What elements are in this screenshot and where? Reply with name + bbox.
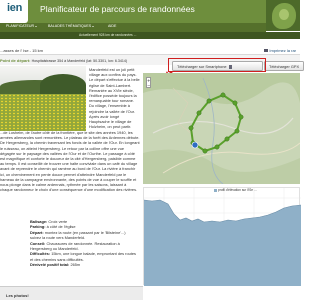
zoom-control[interactable]: + − bbox=[146, 77, 151, 88]
title-row: ...asses de l' Ise - 15 km Imprimez la r… bbox=[0, 46, 300, 54]
nav-balades-thematiques[interactable]: BALADES THÉMATIQUES bbox=[48, 24, 95, 28]
chevron-down-icon bbox=[92, 25, 95, 27]
page-title: ...asses de l' Ise - 15 km bbox=[0, 48, 44, 53]
photos-section-header: Les photos! bbox=[0, 286, 143, 300]
map-canvas bbox=[143, 73, 300, 184]
elevation-profile[interactable] bbox=[143, 187, 302, 286]
description-intro: Manderfeld est un joli petit village aux… bbox=[89, 67, 140, 130]
print-icon bbox=[263, 49, 268, 53]
download-gpx-button[interactable]: Télécharger GPX bbox=[264, 61, 304, 71]
logo-text: ien bbox=[7, 2, 22, 14]
chevron-down-icon bbox=[35, 25, 38, 27]
main-nav: PLANIFICATEUR BALADES THÉMATIQUES AIDE bbox=[0, 23, 266, 32]
description-body: ...de Losheim, de l'autre côté de la fro… bbox=[0, 130, 140, 193]
info-denivele: Dénivelé positif total: 265m bbox=[30, 262, 81, 268]
print-map-link[interactable]: Imprimez la rar bbox=[263, 48, 296, 53]
site-logo[interactable]: ien bbox=[0, 0, 28, 23]
start-point: Point de départ: Hospitalstrasse 354 à M… bbox=[0, 58, 128, 63]
notice-bar: Actuellement 928 km de randonnées ... bbox=[0, 32, 300, 39]
landscape-photo[interactable] bbox=[0, 66, 86, 131]
route-map[interactable]: + − bbox=[143, 73, 300, 184]
elevation-legend: profil d'élévation sur l'iSe ... bbox=[214, 188, 257, 192]
nav-aide[interactable]: AIDE bbox=[108, 24, 116, 28]
nav-planificateur[interactable]: PLANIFICATEUR bbox=[6, 24, 38, 28]
start-point-value: Hospitalstrasse 354 à Manderfeld (lat: 5… bbox=[31, 59, 128, 63]
legend-swatch bbox=[214, 188, 217, 192]
app-title: Planificateur de parcours de randonnées bbox=[40, 4, 195, 14]
region-map-graphic bbox=[266, 0, 300, 31]
elevation-canvas bbox=[143, 188, 302, 286]
photos-title: Les photos! bbox=[6, 293, 29, 298]
route-info-list: Balisage: Croix verte Parking: à côté de… bbox=[30, 219, 141, 268]
highlight-annotation bbox=[168, 58, 266, 72]
distance-notice: Actuellement 928 km de randonnées ... bbox=[79, 33, 137, 37]
